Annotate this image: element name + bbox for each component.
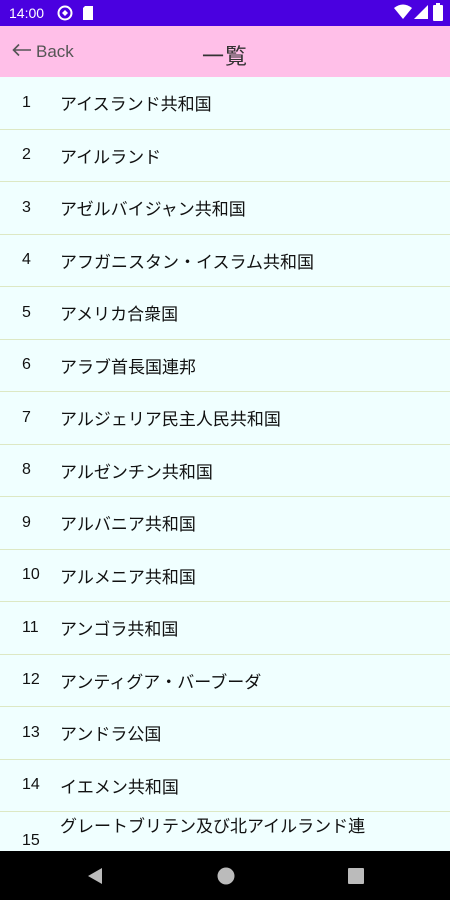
item-number: 15 [22, 832, 40, 849]
back-triangle-icon[interactable] [86, 866, 104, 890]
list-item[interactable]: 6 アラブ首長国連邦 [0, 340, 450, 392]
wifi-icon [394, 4, 412, 24]
list-item[interactable]: 11 アンゴラ共和国 [0, 602, 450, 655]
system-nav-bar [0, 851, 450, 900]
list-item[interactable]: 15 グレートブリテン及び北アイルランド連 [0, 812, 450, 850]
item-name: アンティグア・バーブーダ [60, 672, 262, 693]
list-item[interactable]: 1 アイスランド共和国 [0, 77, 450, 130]
item-name: アルゼンチン共和国 [60, 462, 213, 483]
list-item[interactable]: 2 アイルランド [0, 130, 450, 182]
battery-icon [433, 3, 443, 25]
item-number: 1 [22, 93, 31, 111]
list-item[interactable]: 10 アルメニア共和国 [0, 550, 450, 602]
home-circle-icon[interactable] [216, 866, 236, 890]
item-name: アルメニア共和国 [60, 567, 196, 588]
recents-square-icon[interactable] [347, 867, 365, 889]
list-item[interactable]: 7 アルジェリア民主人民共和国 [0, 392, 450, 445]
item-number: 14 [22, 776, 40, 794]
list-item[interactable]: 8 アルゼンチン共和国 [0, 445, 450, 497]
item-number: 7 [22, 408, 31, 426]
item-number: 9 [22, 513, 31, 531]
item-number: 3 [22, 198, 31, 216]
item-name: アイルランド [60, 147, 162, 168]
item-number: 5 [22, 303, 31, 321]
item-name: グレートブリテン及び北アイルランド連 [60, 817, 366, 837]
item-name: アイスランド共和国 [60, 95, 212, 116]
list-item[interactable]: 3 アゼルバイジャン共和国 [0, 182, 450, 235]
list-item[interactable]: 14 イエメン共和国 [0, 760, 450, 812]
item-name: アラブ首長国連邦 [60, 357, 196, 378]
item-name: アルジェリア民主人民共和国 [60, 410, 281, 431]
item-name: アンドラ公国 [60, 725, 162, 746]
item-name: イエメン共和国 [60, 777, 179, 798]
item-number: 13 [22, 723, 40, 741]
item-name: アメリカ合衆国 [60, 305, 179, 326]
item-name: アフガニスタン・イスラム共和国 [60, 252, 314, 273]
signal-icon [414, 4, 428, 24]
item-number: 12 [22, 671, 40, 689]
item-number: 11 [22, 618, 39, 636]
list-item[interactable]: 4 アフガニスタン・イスラム共和国 [0, 235, 450, 287]
item-name: アゼルバイジャン共和国 [60, 200, 246, 221]
sim-card-icon [82, 5, 94, 25]
sync-icon [57, 5, 73, 25]
list-item[interactable]: 13 アンドラ公国 [0, 707, 450, 760]
item-name: アンゴラ共和国 [60, 620, 179, 641]
status-time: 14:00 [9, 5, 45, 21]
item-number: 8 [22, 461, 31, 479]
status-bar: 14:00 [0, 0, 450, 26]
app-bar: Back 一覧 [0, 26, 450, 77]
list-item[interactable]: 12 アンティグア・バーブーダ [0, 655, 450, 707]
page-title: 一覧 [201, 45, 248, 70]
item-number: 2 [22, 146, 31, 164]
item-number: 10 [22, 566, 40, 584]
item-name: アルバニア共和国 [60, 515, 196, 536]
list-item[interactable]: 9 アルバニア共和国 [0, 497, 450, 550]
item-number: 4 [22, 251, 31, 269]
item-number: 6 [22, 356, 31, 374]
country-list[interactable]: 1 アイスランド共和国 2 アイルランド 3 アゼルバイジャン共和国 4 アフガニスタン・イス… [0, 77, 450, 850]
list-item[interactable]: 5 アメリカ合衆国 [0, 287, 450, 340]
